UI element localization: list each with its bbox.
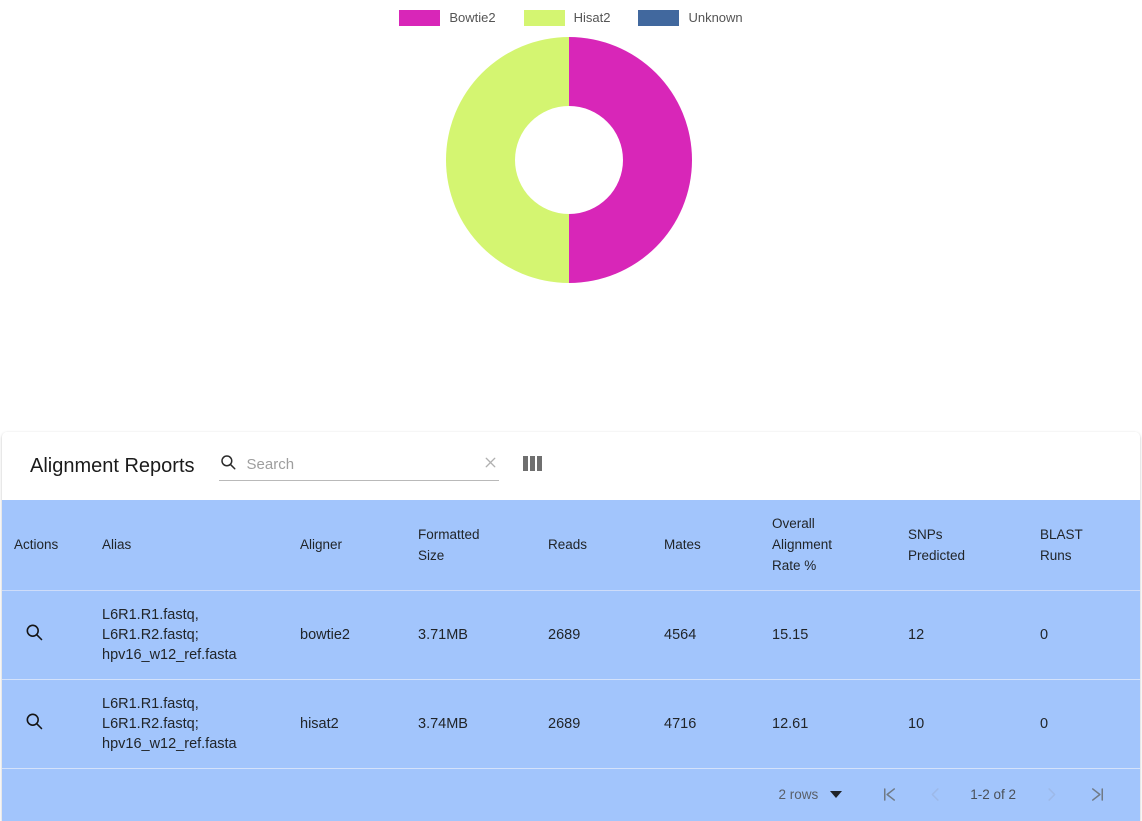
rows-per-page-select[interactable]: 2 rows xyxy=(778,786,843,804)
cell-mates: 4716 xyxy=(652,679,760,769)
chevron-left-icon xyxy=(931,788,939,801)
first-page-icon xyxy=(883,788,895,801)
aligner-distribution-chart: Bowtie2 Hisat2 Unknown xyxy=(0,0,1142,430)
donut-chart xyxy=(444,35,694,285)
legend-swatch-unknown xyxy=(638,10,680,26)
legend-label-hisat2: Hisat2 xyxy=(573,10,611,25)
column-header-formatted-size[interactable]: Formatted Size xyxy=(406,500,536,591)
row-inspect-button[interactable] xyxy=(24,622,44,642)
cell-reads: 2689 xyxy=(536,679,652,769)
cell-aligner: bowtie2 xyxy=(288,590,406,680)
column-header-snps-predicted-label: SNPs Predicted xyxy=(908,526,966,563)
column-header-reads-label: Reads xyxy=(548,537,588,553)
column-header-alias-label: Alias xyxy=(102,537,132,553)
table-row[interactable]: L6R1.R1.fastq, L6R1.R2.fastq; hpv16_w12_… xyxy=(2,679,1140,769)
legend-label-unknown: Unknown xyxy=(688,10,743,25)
column-header-actions[interactable]: Actions xyxy=(2,500,90,591)
alignment-reports-table: Actions Alias Aligner Formatted Size Rea… xyxy=(2,500,1140,769)
table-body: L6R1.R1.fastq, L6R1.R2.fastq; hpv16_w12_… xyxy=(2,590,1140,769)
table-row[interactable]: L6R1.R1.fastq, L6R1.R2.fastq; hpv16_w12_… xyxy=(2,590,1140,680)
cell-aligner: hisat2 xyxy=(288,679,406,769)
chevron-down-icon xyxy=(830,791,843,798)
column-header-aligner[interactable]: Aligner xyxy=(288,500,406,591)
view-column-icon[interactable] xyxy=(522,455,543,478)
search-icon xyxy=(219,453,237,476)
close-icon[interactable] xyxy=(482,454,499,476)
legend-item-hisat2[interactable]: Hisat2 xyxy=(523,10,611,26)
view-column-icon-svg xyxy=(522,455,542,471)
page-root: Bowtie2 Hisat2 Unknown Alignment Reports… xyxy=(0,0,1142,821)
column-header-overall-alignment-rate-label: Overall Alignment Rate % xyxy=(772,516,833,574)
row-actions-cell xyxy=(2,590,90,680)
column-header-alias[interactable]: Alias xyxy=(90,500,288,591)
column-header-formatted-size-label: Formatted Size xyxy=(418,526,480,563)
search-icon xyxy=(26,624,43,640)
cell-mates: 4564 xyxy=(652,590,760,680)
search-input[interactable] xyxy=(246,453,478,476)
cell-overall-alignment-rate: 12.61 xyxy=(760,679,896,769)
cell-alias: L6R1.R1.fastq, L6R1.R2.fastq; hpv16_w12_… xyxy=(90,679,288,769)
legend-label-bowtie2: Bowtie2 xyxy=(449,10,496,25)
column-header-actions-label: Actions xyxy=(14,537,59,553)
column-header-aligner-label: Aligner xyxy=(300,537,343,553)
column-header-reads[interactable]: Reads xyxy=(536,500,652,591)
column-header-blast-runs[interactable]: BLAST Runs xyxy=(1028,500,1140,591)
donut-hole xyxy=(515,106,623,214)
table-header: Actions Alias Aligner Formatted Size Rea… xyxy=(2,500,1140,591)
column-header-blast-runs-label: BLAST Runs xyxy=(1040,526,1083,563)
row-inspect-button[interactable] xyxy=(24,711,44,731)
legend-swatch-hisat2 xyxy=(523,10,565,26)
column-header-overall-alignment-rate[interactable]: Overall Alignment Rate % xyxy=(760,500,896,591)
page-info-label: 1-2 of 2 xyxy=(970,786,1016,802)
legend-item-bowtie2[interactable]: Bowtie2 xyxy=(399,10,496,26)
rows-per-page-label: 2 rows xyxy=(778,786,819,802)
cell-formatted-size: 3.74MB xyxy=(406,679,536,769)
row-actions-cell xyxy=(2,679,90,769)
first-page-button[interactable] xyxy=(866,775,912,815)
cell-formatted-size: 3.71MB xyxy=(406,590,536,680)
column-header-snps-predicted[interactable]: SNPs Predicted xyxy=(896,500,1028,591)
chevron-right-icon xyxy=(1047,788,1055,801)
column-header-mates[interactable]: Mates xyxy=(652,500,760,591)
chart-legend: Bowtie2 Hisat2 Unknown xyxy=(0,10,1142,26)
cell-snps-predicted: 10 xyxy=(896,679,1028,769)
column-header-mates-label: Mates xyxy=(664,537,701,553)
table-header-row: Actions Alias Aligner Formatted Size Rea… xyxy=(2,500,1140,591)
last-page-icon xyxy=(1091,788,1103,801)
cell-blast-runs: 0 xyxy=(1028,590,1140,680)
cell-snps-predicted: 12 xyxy=(896,590,1028,680)
legend-swatch-bowtie2 xyxy=(399,10,441,26)
search-box[interactable] xyxy=(218,451,499,481)
next-page-button[interactable] xyxy=(1028,775,1074,815)
donut-chart-svg xyxy=(446,37,692,283)
search-icon xyxy=(26,713,43,729)
alignment-reports-card: Alignment Reports Search Actions Alias A… xyxy=(2,432,1140,821)
cell-overall-alignment-rate: 15.15 xyxy=(760,590,896,680)
table-pagination: 2 rows 1-2 of 2 xyxy=(2,768,1140,821)
legend-item-unknown[interactable]: Unknown xyxy=(638,10,743,26)
cell-reads: 2689 xyxy=(536,590,652,680)
cell-blast-runs: 0 xyxy=(1028,679,1140,769)
last-page-button[interactable] xyxy=(1074,775,1120,815)
page-title: Alignment Reports xyxy=(30,455,195,477)
previous-page-button[interactable] xyxy=(912,775,958,815)
cell-alias: L6R1.R1.fastq, L6R1.R2.fastq; hpv16_w12_… xyxy=(90,590,288,680)
table-toolbar: Alignment Reports xyxy=(2,432,1140,500)
